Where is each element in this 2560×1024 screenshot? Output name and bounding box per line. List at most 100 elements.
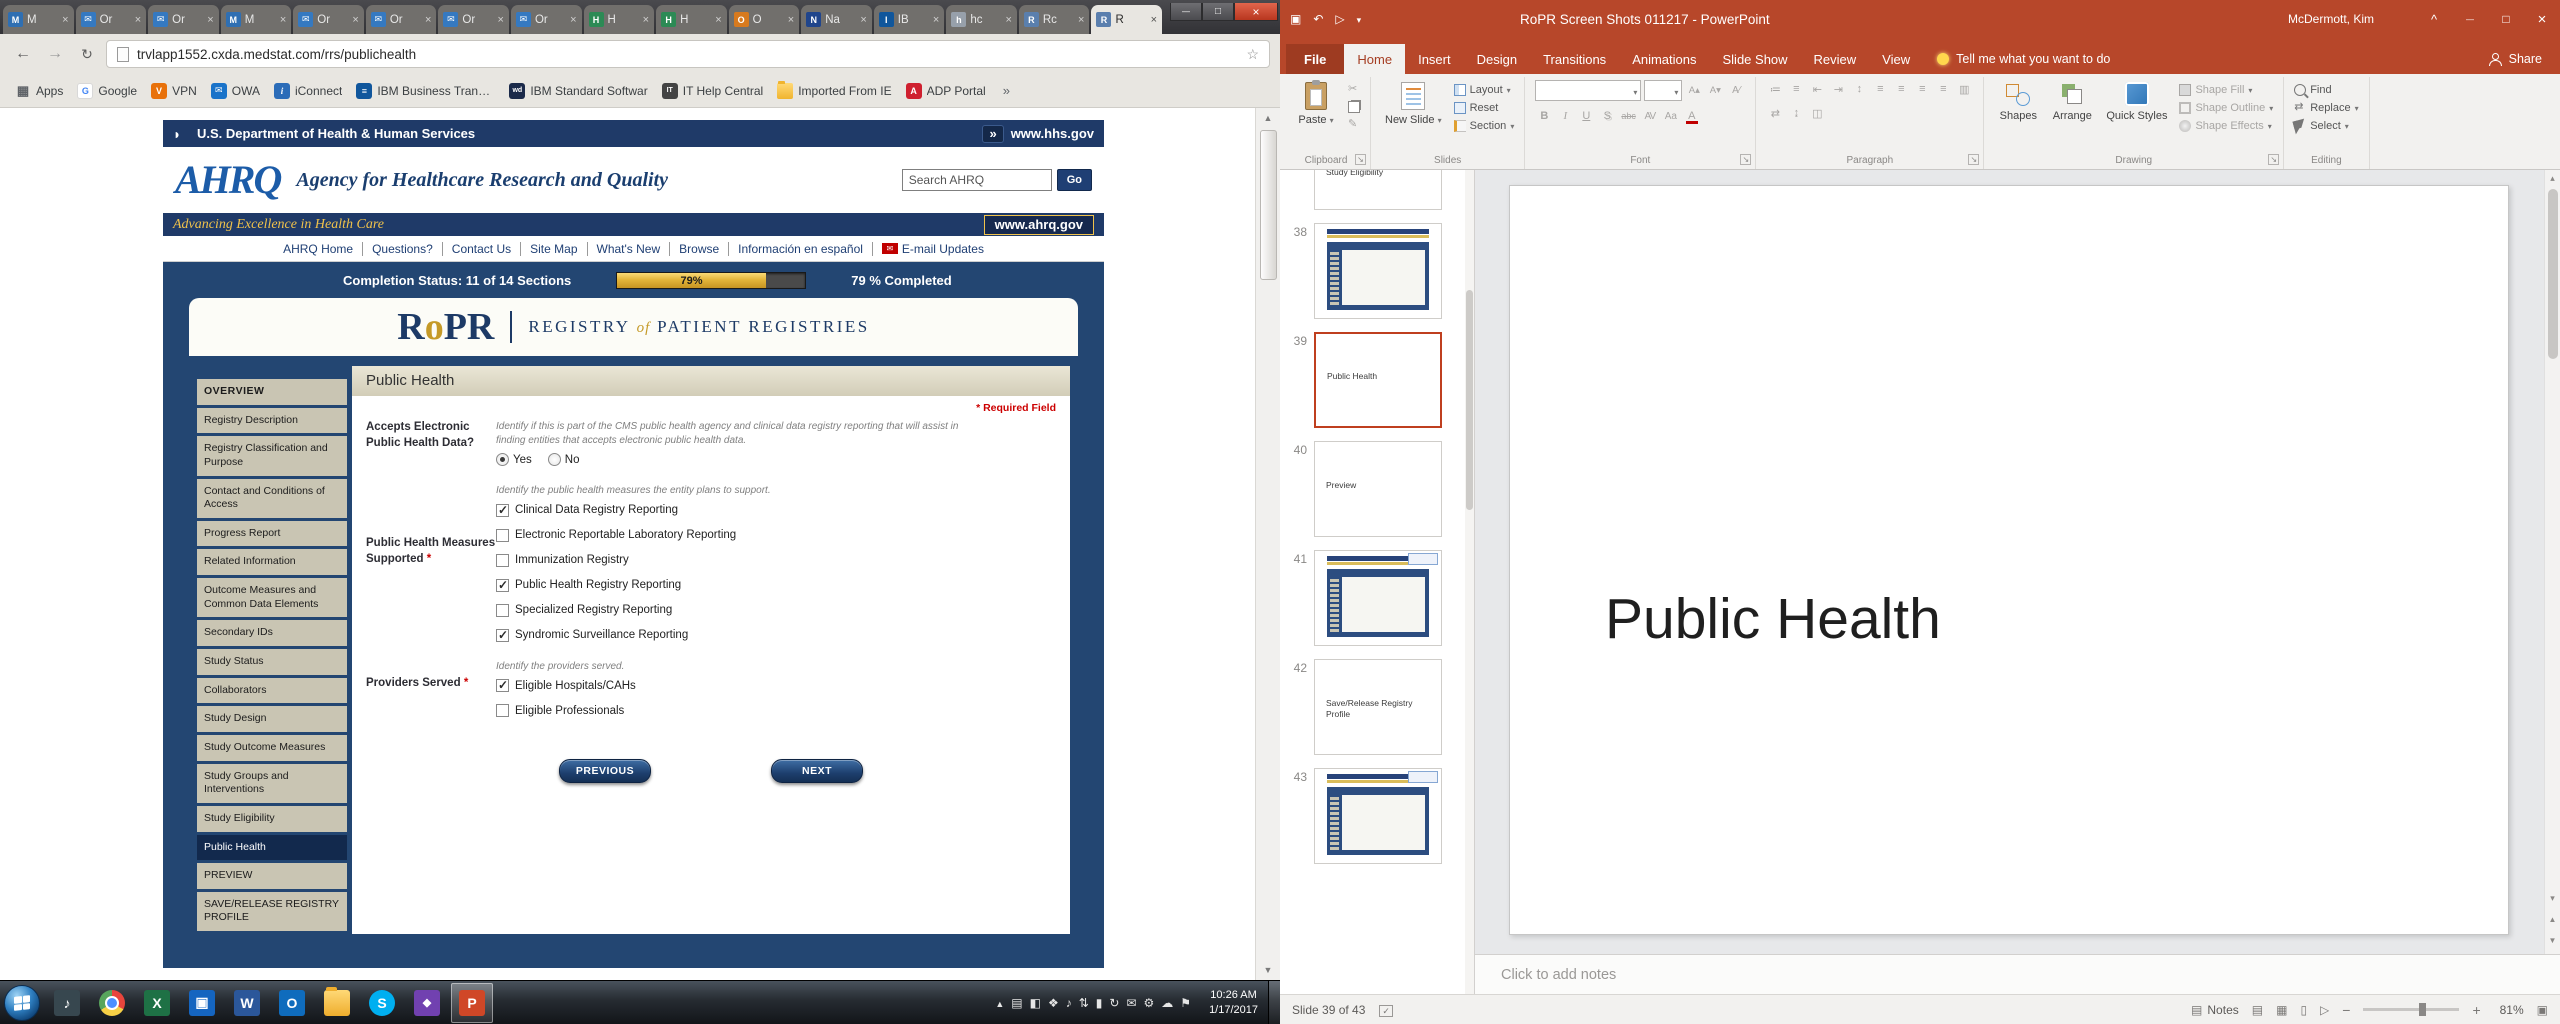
slide-thumbnail[interactable]: Public Health bbox=[1314, 332, 1442, 428]
browser-tab[interactable]: Or bbox=[148, 5, 219, 34]
columns-icon[interactable] bbox=[1955, 80, 1973, 98]
site-nav-link[interactable]: Contact Us bbox=[442, 242, 520, 256]
ppt-restore-icon[interactable] bbox=[2488, 0, 2524, 38]
shapes-button[interactable]: Shapes bbox=[1994, 80, 2042, 125]
back-icon[interactable] bbox=[10, 41, 36, 67]
tray-icon[interactable] bbox=[1126, 996, 1136, 1010]
ribbon-tab[interactable]: Insert bbox=[1405, 44, 1464, 74]
sidebar-item[interactable]: Study Eligibility bbox=[197, 806, 347, 832]
sidebar-item[interactable]: Related Information bbox=[197, 549, 347, 575]
section-button[interactable]: Section bbox=[1454, 120, 1515, 132]
site-nav-link[interactable]: E-mail Updates bbox=[872, 242, 993, 256]
browser-tab[interactable]: Or bbox=[76, 5, 147, 34]
tab-close-icon[interactable] bbox=[425, 14, 431, 26]
sidebar-item[interactable]: Public Health bbox=[197, 835, 347, 861]
tab-close-icon[interactable] bbox=[1078, 14, 1084, 26]
tab-close-icon[interactable] bbox=[788, 14, 794, 26]
slideshow-view-button[interactable] bbox=[2320, 1003, 2329, 1017]
tray-icon[interactable] bbox=[1079, 996, 1089, 1010]
browser-tab[interactable]: R bbox=[1091, 5, 1162, 34]
tab-close-icon[interactable] bbox=[933, 14, 939, 26]
sidebar-item[interactable]: PREVIEW bbox=[197, 863, 347, 889]
browser-tab[interactable]: Or bbox=[366, 5, 437, 34]
radio-option[interactable]: No bbox=[548, 453, 580, 466]
checkbox[interactable] bbox=[496, 604, 509, 617]
tab-close-icon[interactable] bbox=[570, 14, 576, 26]
font-name-combobox[interactable] bbox=[1535, 80, 1641, 101]
tab-close-icon[interactable] bbox=[280, 14, 286, 26]
zoom-slider[interactable] bbox=[2363, 1008, 2459, 1011]
sidebar-item[interactable]: Study Status bbox=[197, 649, 347, 675]
tray-icon[interactable] bbox=[995, 996, 1004, 1010]
shape-fill-button[interactable]: Shape Fill bbox=[2179, 84, 2273, 96]
bookmark-item[interactable]: iConnect bbox=[267, 80, 349, 102]
ribbon-tab[interactable]: View bbox=[1869, 44, 1923, 74]
taskbar-clock[interactable]: 10:26 AM 1/17/2017 bbox=[1199, 988, 1268, 1018]
new-slide-button[interactable]: New Slide bbox=[1381, 80, 1446, 129]
normal-view-button[interactable] bbox=[2252, 1003, 2263, 1017]
bookmark-item[interactable]: IT Help Central bbox=[655, 80, 770, 102]
tray-icon[interactable] bbox=[1030, 996, 1041, 1010]
maximize-icon[interactable] bbox=[1202, 3, 1234, 21]
scroll-up-icon[interactable] bbox=[2550, 173, 2555, 187]
cut-icon[interactable] bbox=[1348, 84, 1360, 95]
shape-outline-button[interactable]: Shape Outline bbox=[2179, 102, 2273, 114]
hhs-gov-link[interactable]: www.hhs.gov bbox=[982, 125, 1094, 143]
arrange-button[interactable]: Arrange bbox=[2048, 80, 2096, 125]
sidebar-item[interactable]: Secondary IDs bbox=[197, 620, 347, 646]
text-shadow-icon[interactable] bbox=[1598, 107, 1616, 125]
browser-tab[interactable]: Or bbox=[438, 5, 509, 34]
tab-close-icon[interactable] bbox=[1005, 14, 1011, 26]
strikethrough-icon[interactable] bbox=[1619, 107, 1638, 125]
radio-option[interactable]: Yes bbox=[496, 453, 532, 466]
ribbon-tab[interactable]: Home bbox=[1344, 44, 1405, 74]
thumbnail-scrollbar-thumb[interactable] bbox=[1466, 290, 1473, 510]
format-painter-icon[interactable] bbox=[1348, 119, 1360, 130]
layout-button[interactable]: Layout bbox=[1454, 84, 1515, 96]
align-right-icon[interactable] bbox=[1913, 80, 1931, 98]
underline-icon[interactable] bbox=[1577, 107, 1595, 125]
browser-tab[interactable]: IB bbox=[874, 5, 945, 34]
drawing-dialog-launcher-icon[interactable] bbox=[2268, 154, 2279, 165]
search-input[interactable]: Search AHRQ bbox=[902, 169, 1052, 191]
ahrq-gov-link[interactable]: www.ahrq.gov bbox=[984, 215, 1094, 235]
shrink-font-icon[interactable] bbox=[1706, 82, 1724, 100]
slide-thumbnail[interactable] bbox=[1314, 768, 1442, 864]
tray-icon[interactable] bbox=[1096, 996, 1103, 1010]
sidebar-item[interactable]: OVERVIEW bbox=[197, 379, 347, 405]
ribbon-tab[interactable]: Transitions bbox=[1530, 44, 1619, 74]
tray-icon[interactable] bbox=[1048, 996, 1059, 1010]
clipboard-dialog-launcher-icon[interactable] bbox=[1355, 154, 1366, 165]
address-bar[interactable]: trvlapp1552.cxda.medstat.com/rrs/publich… bbox=[106, 40, 1270, 68]
change-case-icon[interactable] bbox=[1662, 107, 1680, 125]
line-spacing-icon[interactable] bbox=[1850, 80, 1868, 98]
checkbox[interactable] bbox=[496, 554, 509, 567]
scrollbar-thumb[interactable] bbox=[1260, 130, 1277, 280]
ribbon-tab[interactable]: Design bbox=[1464, 44, 1530, 74]
tab-close-icon[interactable] bbox=[352, 14, 358, 26]
sidebar-item[interactable]: Contact and Conditions of Access bbox=[197, 479, 347, 518]
paste-button[interactable]: Paste bbox=[1292, 80, 1340, 129]
reset-button[interactable]: Reset bbox=[1454, 102, 1515, 114]
scroll-up-icon[interactable] bbox=[1256, 108, 1280, 128]
taskbar-app-button[interactable] bbox=[46, 983, 88, 1023]
browser-tab[interactable]: Na bbox=[801, 5, 872, 34]
slide-thumbnail[interactable]: Study Eligibility bbox=[1314, 170, 1442, 210]
ribbon-tab[interactable]: Review bbox=[1801, 44, 1870, 74]
sidebar-item[interactable]: SAVE/RELEASE REGISTRY PROFILE bbox=[197, 892, 347, 931]
bookmarks-overflow-button[interactable]: » bbox=[997, 83, 1016, 98]
taskbar-app-button[interactable] bbox=[181, 983, 223, 1023]
slide-scrollbar[interactable] bbox=[2544, 170, 2560, 954]
taskbar-app-button[interactable] bbox=[91, 983, 133, 1023]
previous-button[interactable]: PREVIOUS bbox=[559, 759, 651, 783]
browser-tab[interactable]: hc bbox=[946, 5, 1017, 34]
checkbox-option[interactable]: Syndromic Surveillance Reporting bbox=[496, 629, 1056, 642]
next-slide-button[interactable] bbox=[2549, 935, 2557, 949]
paragraph-dialog-launcher-icon[interactable] bbox=[1968, 154, 1979, 165]
save-icon[interactable] bbox=[1290, 12, 1301, 26]
browser-tab[interactable]: Rc bbox=[1019, 5, 1090, 34]
forward-icon[interactable] bbox=[42, 41, 68, 67]
checkbox-option[interactable]: Specialized Registry Reporting bbox=[496, 604, 1056, 617]
taskbar-app-button[interactable] bbox=[226, 983, 268, 1023]
justify-icon[interactable] bbox=[1934, 80, 1952, 98]
